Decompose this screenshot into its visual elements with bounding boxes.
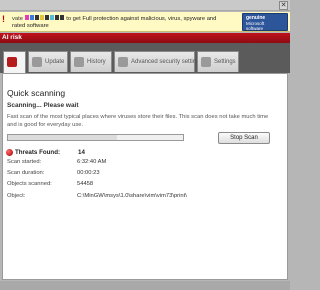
warning-icon: ! [2, 14, 5, 24]
tab-history[interactable]: History [70, 51, 112, 72]
tab-update[interactable]: Update [28, 51, 68, 72]
objects-scanned-label: Objects scanned: [7, 181, 52, 187]
scan-progress-bar [7, 134, 184, 141]
history-icon [74, 57, 84, 67]
warning-line-1-text: to get Full protection against malicious… [66, 16, 217, 22]
warning-line-1: vate to get Full protection against mali… [12, 15, 216, 22]
scan-panel: Quick scanning Scanning... Please wait F… [2, 73, 288, 280]
threats-label: Threats Found: [15, 149, 61, 156]
obscured-text: vate [12, 16, 23, 22]
scan-description: Fast scan of the most typical places whe… [7, 114, 269, 128]
warning-bar[interactable]: ! vate to get Full protection against ma… [0, 12, 290, 32]
scan-status: Scanning... Please wait [7, 102, 79, 109]
tab-settings[interactable]: Settings [197, 51, 239, 72]
tab-advanced-security-settings[interactable]: Advanced security settings [114, 51, 202, 72]
current-object-label: Object: [7, 193, 26, 199]
objects-scanned-value: 54458 [77, 181, 94, 187]
scan-duration-label: Scan duration: [7, 170, 45, 176]
tab-bar: Update History Advanced security setting… [0, 51, 290, 73]
scan-duration-value: 00:00:23 [77, 170, 100, 176]
settings-icon [201, 57, 211, 67]
scan-started-value: 6:32:40 AM [77, 159, 107, 165]
current-object-path: C:\MinGW\msys\1.0\share\vim\vim73\print\ [77, 193, 187, 199]
scan-progress-fill [8, 135, 117, 140]
page-title: Quick scanning [7, 88, 66, 98]
threats-count: 14 [78, 149, 85, 156]
update-icon [32, 57, 42, 67]
tab-label: History [87, 59, 106, 65]
objects-scanned-row: Objects scanned: 54458 [7, 181, 287, 190]
tab-label: Advanced security settings [131, 59, 203, 65]
scan-started-label: Scan started: [7, 159, 42, 165]
warning-line-2: rated software [12, 23, 49, 29]
advanced-settings-icon [118, 57, 128, 67]
scan-started-row: Scan started: 6:32:40 AM [7, 159, 287, 168]
scan-duration-row: Scan duration: 00:00:23 [7, 170, 287, 179]
tab-label: Update [45, 59, 65, 65]
threats-row: Threats Found: 14 [6, 148, 206, 158]
at-risk-bar: AI risk [0, 33, 290, 43]
threat-icon [6, 149, 13, 156]
bottom-bar [0, 281, 290, 290]
stop-scan-button[interactable]: Stop Scan [218, 132, 270, 144]
tab-status[interactable] [3, 51, 26, 73]
badge-line-3: software [246, 26, 264, 31]
current-object-row: Object: C:\MinGW\msys\1.0\share\vim\vim7… [7, 193, 287, 202]
genuine-microsoft-badge[interactable]: genuine Microsoft software [242, 13, 288, 31]
status-icon [7, 57, 17, 67]
obscured-pixels [24, 15, 65, 22]
top-strip: ✕ [0, 0, 290, 11]
close-icon[interactable]: ✕ [279, 1, 288, 10]
tab-frame: Update History Advanced security setting… [0, 43, 290, 73]
tab-label: Settings [214, 59, 236, 65]
